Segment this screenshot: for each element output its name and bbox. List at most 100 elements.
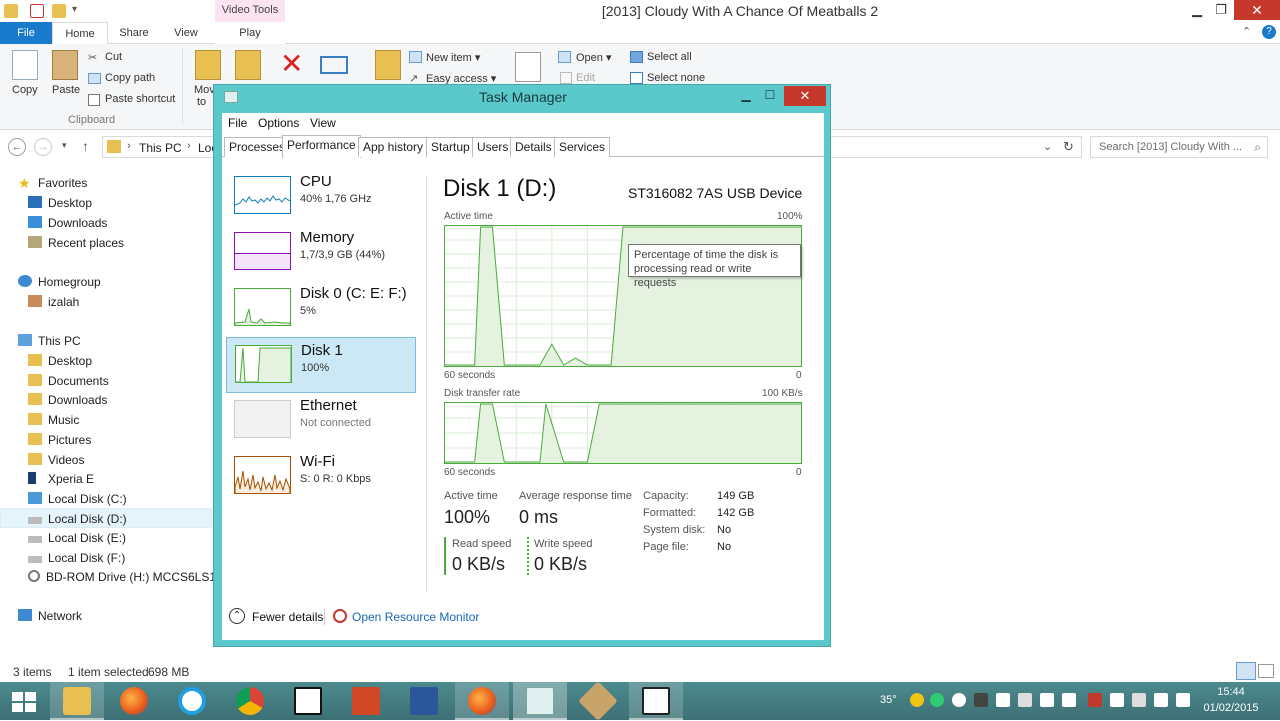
- taskbar-internet-explorer[interactable]: [165, 682, 219, 720]
- paste-shortcut-button[interactable]: Paste shortcut: [105, 93, 175, 105]
- rename-icon[interactable]: [320, 56, 348, 74]
- av-icon[interactable]: [974, 693, 988, 707]
- forward-icon[interactable]: →: [34, 138, 52, 156]
- refresh-icon[interactable]: ↻: [1063, 139, 1074, 155]
- restore-icon[interactable]: ❐: [1207, 0, 1235, 20]
- nav-downloads[interactable]: Downloads: [0, 213, 212, 233]
- tab-file[interactable]: File: [0, 22, 52, 44]
- taskbar-file-explorer[interactable]: [50, 682, 104, 720]
- nav-videos[interactable]: Videos: [0, 450, 212, 470]
- maximize-icon[interactable]: ☐: [758, 87, 782, 105]
- usb-icon[interactable]: [1110, 693, 1124, 707]
- tab-home[interactable]: Home: [52, 22, 108, 45]
- nav-documents[interactable]: Documents: [0, 371, 212, 391]
- tab-play[interactable]: Play: [215, 22, 285, 44]
- taskbar-firefox-window[interactable]: [455, 682, 509, 720]
- chevron-up-icon[interactable]: ⌃: [229, 608, 245, 624]
- open-resource-monitor-link[interactable]: Open Resource Monitor: [352, 610, 479, 624]
- nav-user[interactable]: izalah: [0, 292, 212, 312]
- new-folder-icon[interactable]: [52, 4, 66, 18]
- properties-icon[interactable]: [30, 4, 44, 18]
- chat-icon[interactable]: [952, 693, 966, 707]
- new-item-button[interactable]: New item ▾: [426, 51, 480, 64]
- nav-pc-downloads[interactable]: Downloads: [0, 390, 212, 410]
- nav-disk-e[interactable]: Local Disk (E:): [0, 528, 212, 548]
- open-button[interactable]: Open ▾: [576, 51, 612, 64]
- help-icon[interactable]: ?: [1262, 25, 1276, 39]
- antivirus-icon[interactable]: [1088, 693, 1102, 707]
- details-view-icon[interactable]: [1236, 662, 1256, 680]
- weather-icon[interactable]: [910, 693, 924, 707]
- copy-path-button[interactable]: Copy path: [105, 72, 155, 84]
- flag-icon[interactable]: [1132, 693, 1146, 707]
- nav-network[interactable]: Network: [0, 606, 212, 626]
- nav-disk-f[interactable]: Local Disk (F:): [0, 548, 212, 568]
- perf-item-ethernet[interactable]: Ethernet Not connected: [226, 393, 416, 449]
- tray-app-icon[interactable]: [1040, 693, 1054, 707]
- nav-pc-desktop[interactable]: Desktop: [0, 351, 212, 371]
- copy-button[interactable]: Copy: [12, 84, 38, 96]
- properties-large-icon[interactable]: [515, 52, 541, 82]
- close-button[interactable]: ✕: [784, 86, 826, 106]
- select-none-button[interactable]: Select none: [647, 72, 705, 84]
- search-input[interactable]: Search [2013] Cloudy With ... ⌕: [1090, 136, 1268, 158]
- taskbar-app-generic[interactable]: [571, 681, 625, 721]
- perf-item-disk1[interactable]: Disk 1 100%: [226, 337, 416, 393]
- nav-this-pc[interactable]: This PC: [0, 331, 212, 351]
- new-folder-large-icon[interactable]: [375, 50, 401, 80]
- device-icon[interactable]: [1018, 693, 1032, 707]
- collapse-ribbon-icon[interactable]: ⌃: [1242, 25, 1251, 38]
- perf-item-cpu[interactable]: CPU 40% 1,76 GHz: [226, 169, 416, 225]
- perf-item-memory[interactable]: Memory 1,7/3,9 GB (44%): [226, 225, 416, 281]
- back-icon[interactable]: ←: [8, 138, 26, 156]
- perf-item-disk0[interactable]: Disk 0 (C: E: F:) 5%: [226, 281, 416, 337]
- clock[interactable]: 15:44 01/02/2015: [1196, 684, 1266, 716]
- taskbar-word[interactable]: [397, 682, 451, 720]
- delete-icon[interactable]: ✕: [280, 50, 303, 78]
- close-button[interactable]: ✕: [1234, 0, 1280, 20]
- tab-view[interactable]: View: [162, 22, 210, 44]
- nav-desktop[interactable]: Desktop: [0, 193, 212, 213]
- menu-options[interactable]: Options: [258, 116, 299, 130]
- tab-processes[interactable]: Processes: [224, 137, 291, 157]
- address-dropdown-icon[interactable]: ⌄: [1043, 140, 1052, 153]
- minimize-icon[interactable]: ▁: [734, 87, 758, 105]
- menu-file[interactable]: File: [228, 116, 247, 130]
- tab-startup[interactable]: Startup: [426, 137, 475, 157]
- recent-locations-icon[interactable]: ▾: [62, 140, 67, 151]
- tab-share[interactable]: Share: [110, 22, 158, 44]
- select-all-button[interactable]: Select all: [647, 51, 692, 63]
- perf-item-wifi[interactable]: Wi-Fi S: 0 R: 0 Kbps: [226, 449, 416, 505]
- nav-bd-rom[interactable]: BD-ROM Drive (H:) MCCS6LS16: [0, 567, 223, 587]
- cut-button[interactable]: Cut: [105, 51, 122, 63]
- edit-button[interactable]: Edit: [576, 72, 595, 84]
- up-arrow-icon[interactable]: ↑: [82, 138, 89, 154]
- nav-homegroup[interactable]: Homegroup: [0, 272, 212, 292]
- tray-app-icon[interactable]: [996, 693, 1010, 707]
- tab-users[interactable]: Users: [472, 137, 514, 157]
- nav-pictures[interactable]: Pictures: [0, 430, 212, 450]
- fewer-details-button[interactable]: Fewer details: [252, 610, 323, 624]
- nav-favorites[interactable]: ★ Favorites: [0, 173, 212, 193]
- nav-music[interactable]: Music: [0, 410, 212, 430]
- tab-performance[interactable]: Performance: [282, 135, 361, 158]
- tray-app-icon[interactable]: [1062, 693, 1076, 707]
- nav-disk-c[interactable]: Local Disk (C:): [0, 489, 212, 509]
- volume-icon[interactable]: [1176, 693, 1190, 707]
- tab-details[interactable]: Details: [510, 137, 557, 157]
- tab-app-history[interactable]: App history: [358, 137, 429, 157]
- breadcrumb-this-pc[interactable]: This PC: [139, 141, 182, 155]
- check-icon[interactable]: [930, 693, 944, 707]
- taskbar-media-player[interactable]: [629, 682, 683, 720]
- menu-view[interactable]: View: [310, 116, 336, 130]
- taskbar-task-manager[interactable]: [513, 682, 567, 720]
- nav-recent-places[interactable]: Recent places: [0, 233, 212, 253]
- taskbar-chrome[interactable]: [223, 682, 277, 720]
- taskbar-acrobat[interactable]: [281, 682, 335, 720]
- start-button[interactable]: [0, 682, 48, 720]
- paste-button[interactable]: Paste: [52, 84, 80, 96]
- move-to-button[interactable]: Mov: [194, 84, 215, 96]
- large-icons-view-icon[interactable]: [1258, 664, 1274, 678]
- taskbar-powerpoint[interactable]: [339, 682, 393, 720]
- tab-services[interactable]: Services: [554, 137, 611, 157]
